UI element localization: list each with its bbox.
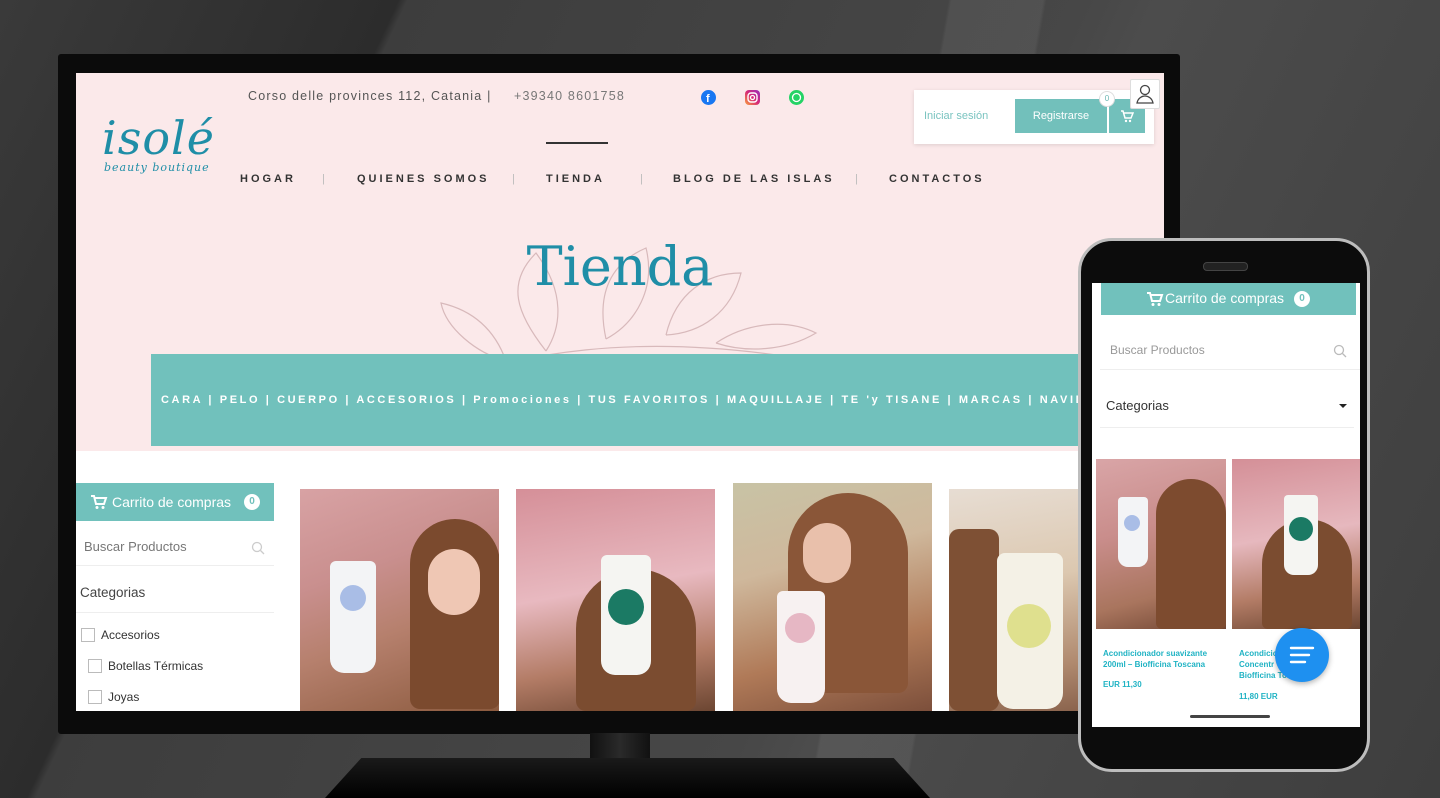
mobile-categories-dropdown[interactable]: Categorias <box>1100 383 1354 428</box>
model-hair <box>1156 479 1226 629</box>
login-link[interactable]: Iniciar sesión <box>924 110 988 122</box>
account-box: Iniciar sesión Registrarse 0 <box>914 90 1154 144</box>
caret-down-icon <box>1339 404 1347 408</box>
sidebar-cart-label: Carrito de compras <box>112 494 232 510</box>
category-label-joyas: Joyas <box>108 690 140 704</box>
desktop-website: isolé beauty boutique Corso delle provin… <box>76 73 1164 711</box>
mobile-categories-label: Categorias <box>1106 398 1169 413</box>
nav-separator: | <box>322 173 325 185</box>
product-label-icon <box>1289 517 1313 541</box>
product-name-line: Acondicionador suavizante <box>1103 649 1208 658</box>
product-image[interactable] <box>300 489 499 711</box>
facebook-icon[interactable]: f <box>701 90 716 105</box>
chat-fab-button[interactable] <box>1275 628 1329 682</box>
mobile-cart-count: 0 <box>1294 291 1310 307</box>
product-tube <box>1118 497 1148 567</box>
search-icon[interactable] <box>251 541 265 555</box>
header-hero: isolé beauty boutique Corso delle provin… <box>76 73 1164 451</box>
divider <box>76 612 274 613</box>
model-hair <box>949 529 999 711</box>
monitor-stand-base <box>325 758 930 798</box>
nav-tienda[interactable]: TIENDA <box>546 173 605 185</box>
mobile-search-placeholder: Buscar Productos <box>1110 343 1205 357</box>
category-bar: CARA | PELO | CUERPO | ACCESORIOS | Prom… <box>151 354 1164 446</box>
mobile-product-image[interactable] <box>1096 459 1226 629</box>
site-logo[interactable]: isolé beauty boutique <box>102 85 214 181</box>
sidebar-search-input[interactable]: Buscar Productos <box>76 531 274 566</box>
product-label-icon <box>785 613 815 643</box>
menu-lines-icon <box>1289 646 1315 664</box>
cart-icon <box>1121 110 1135 123</box>
mobile-product-price: EUR 11,30 <box>1103 680 1142 689</box>
logo-subtitle: beauty boutique <box>104 161 210 174</box>
category-links[interactable]: CARA | PELO | CUERPO | ACCESORIOS | Prom… <box>161 394 1107 406</box>
register-button[interactable]: Registrarse <box>1015 99 1107 133</box>
sidebar-cart-count: 0 <box>244 494 260 510</box>
search-icon[interactable] <box>1333 344 1347 358</box>
phone-text[interactable]: +39340 8601758 <box>514 89 625 103</box>
cart-icon <box>1147 292 1164 306</box>
user-icon <box>1136 84 1154 104</box>
mobile-product-name[interactable]: Acondicionador suavizante 200ml – Bioffi… <box>1103 648 1207 670</box>
cart-icon <box>91 495 108 509</box>
whatsapp-icon[interactable] <box>789 90 804 105</box>
product-image[interactable] <box>516 489 715 711</box>
svg-text:f: f <box>706 93 710 105</box>
page-title: Tienda <box>526 235 714 298</box>
header-cart-count: 0 <box>1099 91 1115 107</box>
logo-main-text: isolé <box>102 111 215 165</box>
product-label-icon <box>1007 604 1051 648</box>
model-face <box>803 523 851 583</box>
mobile-search-input[interactable]: Buscar Productos <box>1100 333 1360 370</box>
nav-quienes-somos[interactable]: QUIENES SOMOS <box>357 173 490 185</box>
nav-separator: | <box>512 173 515 185</box>
mobile-cart-button[interactable]: Carrito de compras 0 <box>1101 283 1356 315</box>
nav-hogar[interactable]: HOGAR <box>240 173 296 185</box>
phone-home-indicator <box>1190 715 1270 718</box>
product-image[interactable] <box>733 483 932 711</box>
sidebar-search-placeholder: Buscar Productos <box>84 539 187 554</box>
sidebar-categories-title: Categorias <box>80 585 146 600</box>
nav-blog[interactable]: BLOG DE LAS ISLAS <box>673 173 835 185</box>
category-checkbox-joyas[interactable] <box>88 690 102 704</box>
mobile-product-image[interactable] <box>1232 459 1360 629</box>
category-checkbox-accesorios[interactable] <box>81 628 95 642</box>
category-label-accesorios: Accesorios <box>101 628 160 642</box>
product-label-icon <box>608 589 644 625</box>
product-tube <box>777 591 825 703</box>
mobile-product-price: 11,80 EUR <box>1239 692 1278 701</box>
sidebar-cart-button[interactable]: Carrito de compras 0 <box>76 483 274 521</box>
product-tube <box>330 561 376 673</box>
nav-active-indicator <box>546 142 608 144</box>
nav-separator: | <box>855 173 858 185</box>
category-checkbox-botellas[interactable] <box>88 659 102 673</box>
product-name-line: 200ml – Biofficina Toscana <box>1103 660 1206 669</box>
nav-separator: | <box>640 173 643 185</box>
product-label-icon <box>1124 515 1140 531</box>
mobile-cart-label: Carrito de compras <box>1165 290 1285 306</box>
phone-speaker <box>1203 262 1248 271</box>
user-account-button[interactable] <box>1130 79 1160 109</box>
model-face <box>428 549 480 615</box>
nav-contactos[interactable]: CONTACTOS <box>889 173 985 185</box>
address-text: Corso delle provinces 112, Catania | <box>248 89 492 103</box>
product-label-icon <box>340 585 366 611</box>
instagram-icon[interactable] <box>745 90 760 105</box>
category-label-botellas: Botellas Térmicas <box>108 659 204 673</box>
